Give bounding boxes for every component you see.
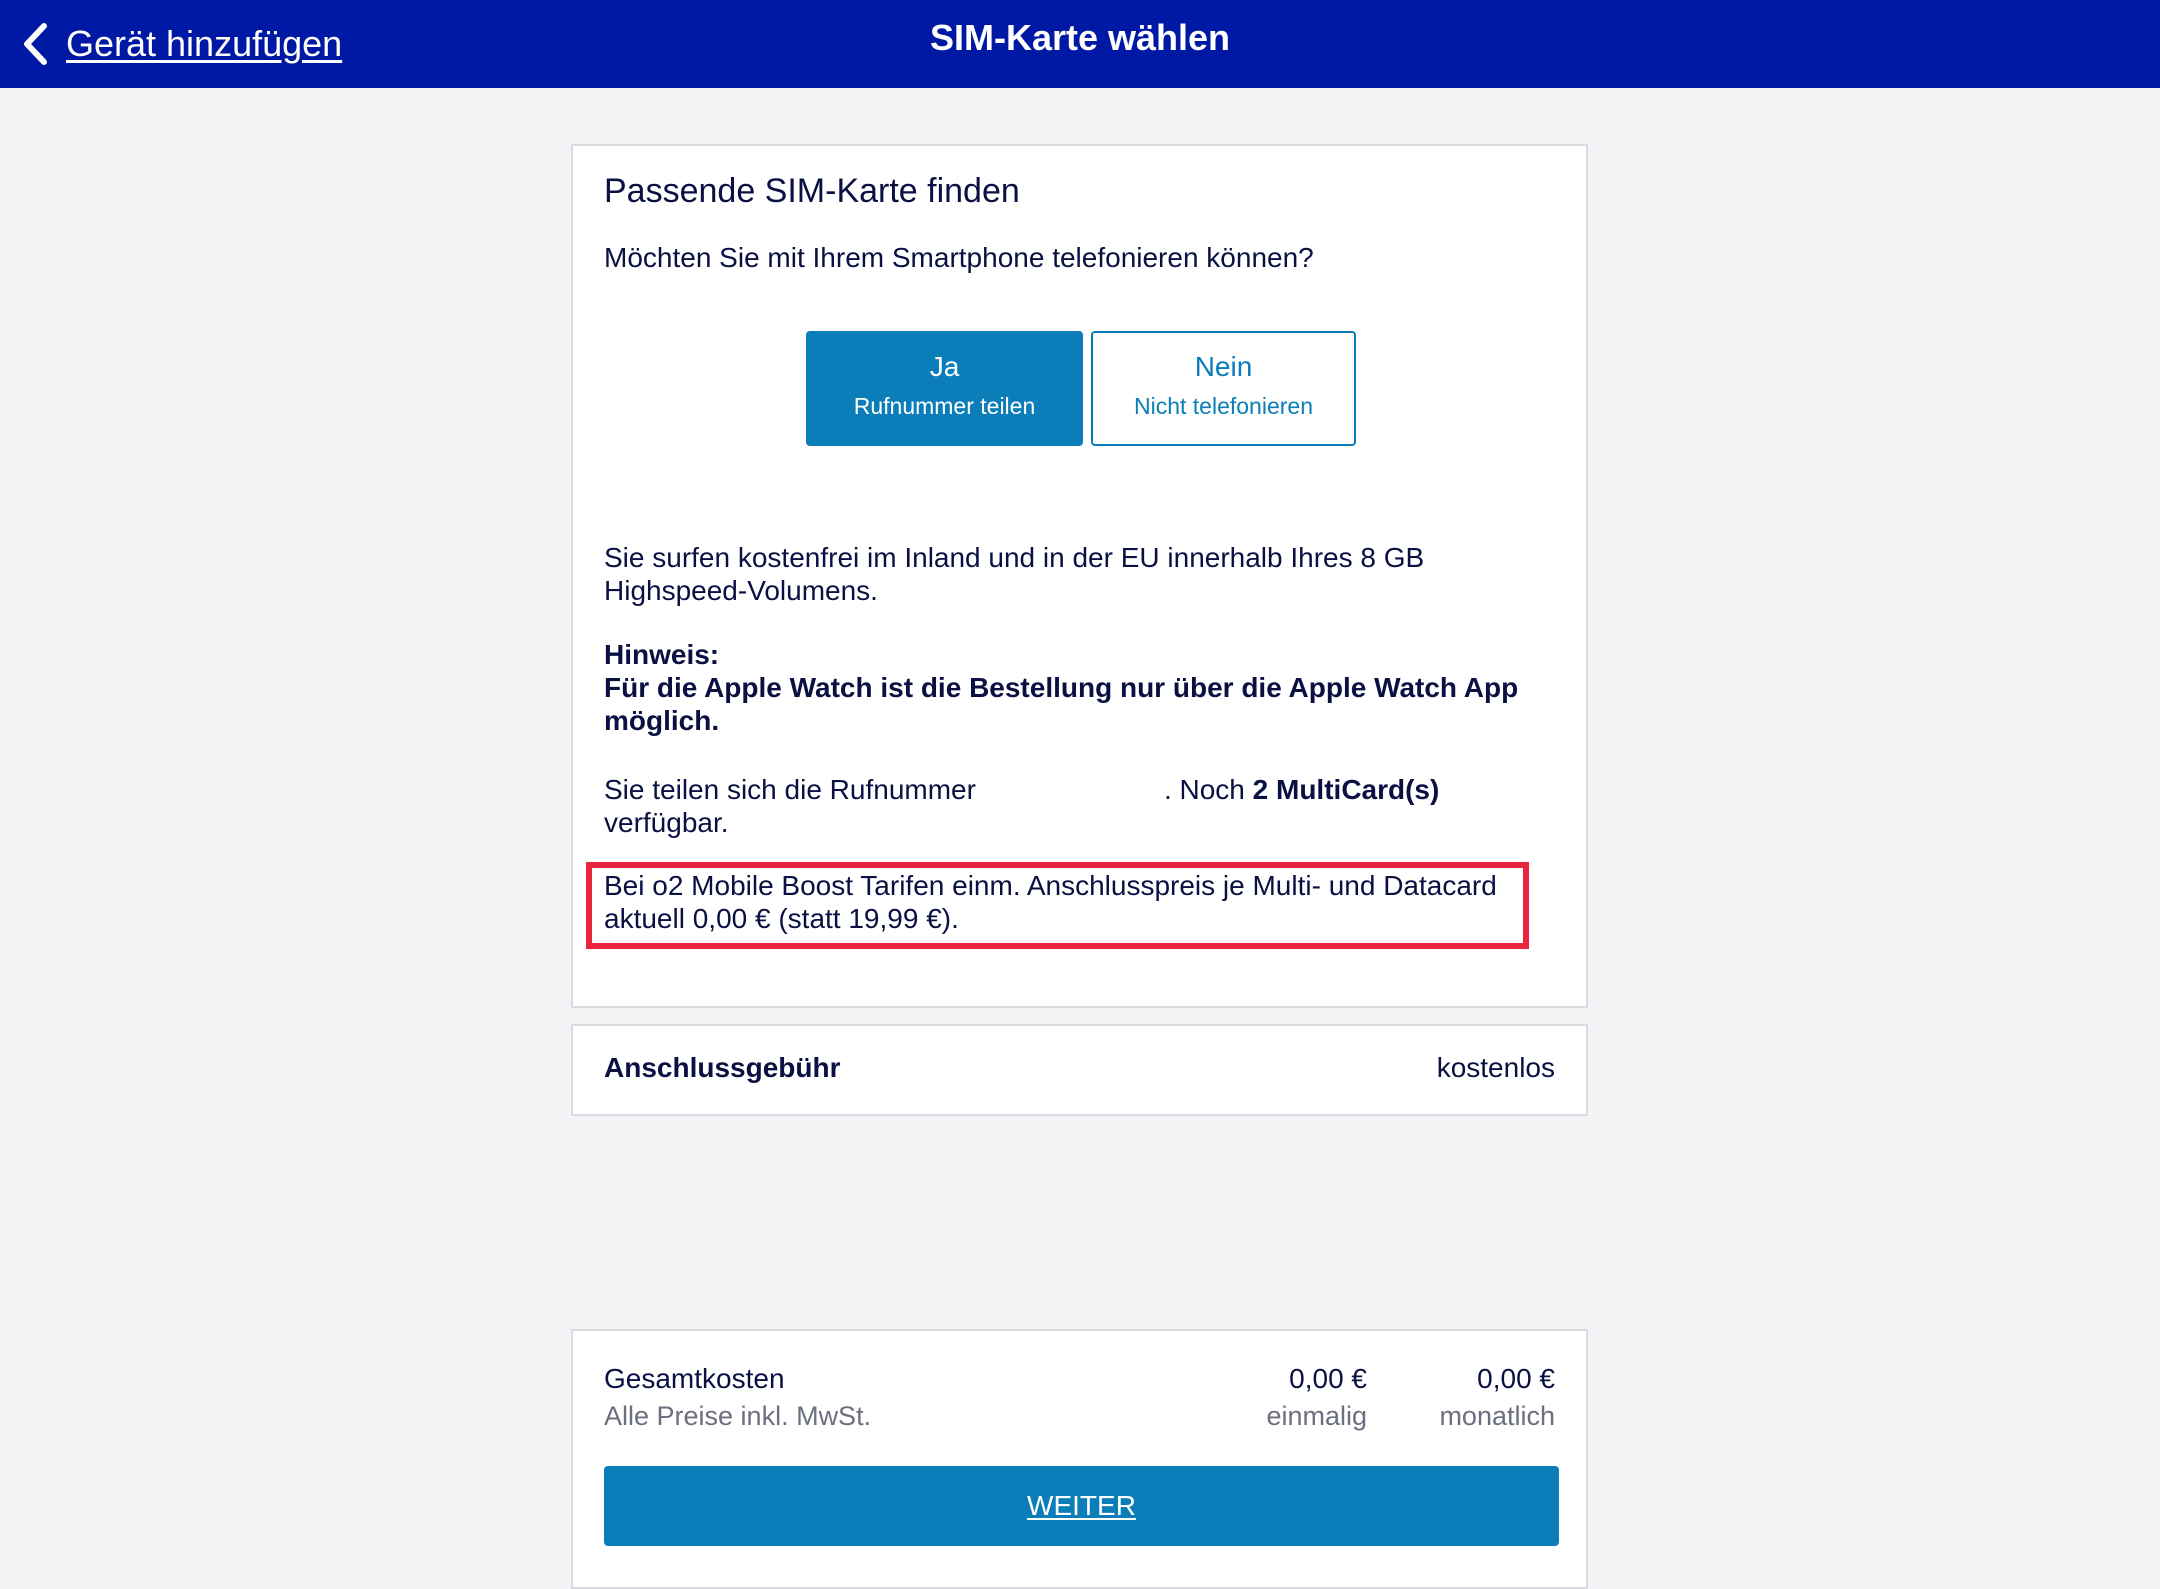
connection-fee-card: Anschlussgebühr kostenlos — [571, 1024, 1588, 1116]
boost-tariff-note: Bei o2 Mobile Boost Tarifen einm. Anschl… — [604, 870, 1497, 934]
yes-button-label: Ja — [929, 351, 960, 382]
share-number-info: Sie teilen sich die Rufnummer . Noch 2 Mu… — [604, 773, 1544, 839]
hint-title: Hinweis: — [604, 639, 720, 670]
total-cost-card: Gesamtkosten Alle Preise inkl. MwSt. 0,0… — [571, 1329, 1588, 1589]
no-button-sublabel: Nicht telefonieren — [1134, 393, 1313, 419]
yes-button-sublabel: Rufnummer teilen — [853, 393, 1036, 419]
no-dont-call-button[interactable]: Nein Nicht telefonieren — [1091, 331, 1356, 446]
continue-button[interactable]: WEITER — [604, 1466, 1559, 1546]
monthly-price: 0,00 € — [1477, 1363, 1555, 1394]
connection-fee-value: kostenlos — [1436, 1052, 1555, 1083]
surf-info-text: Sie surfen kostenfrei im Inland und in d… — [604, 542, 1425, 606]
sim-finder-card: Passende SIM-Karte finden Möchten Sie mi… — [571, 144, 1588, 1008]
multicard-count: 2 MultiCard(s) — [1252, 774, 1440, 805]
card-heading: Passende SIM-Karte finden — [604, 172, 1020, 210]
navigation-bar: Gerät hinzufügen SIM-Karte wählen — [0, 0, 2160, 88]
monthly-label: monatlich — [1439, 1401, 1555, 1431]
share-prefix: Sie teilen sich die Rufnummer — [604, 774, 976, 805]
connection-fee-label: Anschlussgebühr — [604, 1052, 841, 1083]
share-middle: . Noch — [1163, 774, 1253, 805]
question-text: Möchten Sie mit Ihrem Smartphone telefon… — [604, 242, 1314, 273]
vat-note: Alle Preise inkl. MwSt. — [604, 1401, 872, 1431]
yes-share-number-button[interactable]: Ja Rufnummer teilen — [806, 331, 1083, 446]
total-cost-label: Gesamtkosten — [604, 1363, 785, 1394]
one-time-price: 0,00 € — [1289, 1363, 1367, 1394]
no-button-label: Nein — [1194, 351, 1253, 382]
share-suffix: verfügbar. — [604, 807, 729, 838]
one-time-label: einmalig — [1266, 1401, 1367, 1431]
page-title: SIM-Karte wählen — [929, 17, 1231, 58]
apple-watch-hint: Hinweis: Für die Apple Watch ist die Bes… — [604, 638, 1544, 737]
hint-text: Für die Apple Watch ist die Bestellung n… — [604, 672, 1519, 736]
